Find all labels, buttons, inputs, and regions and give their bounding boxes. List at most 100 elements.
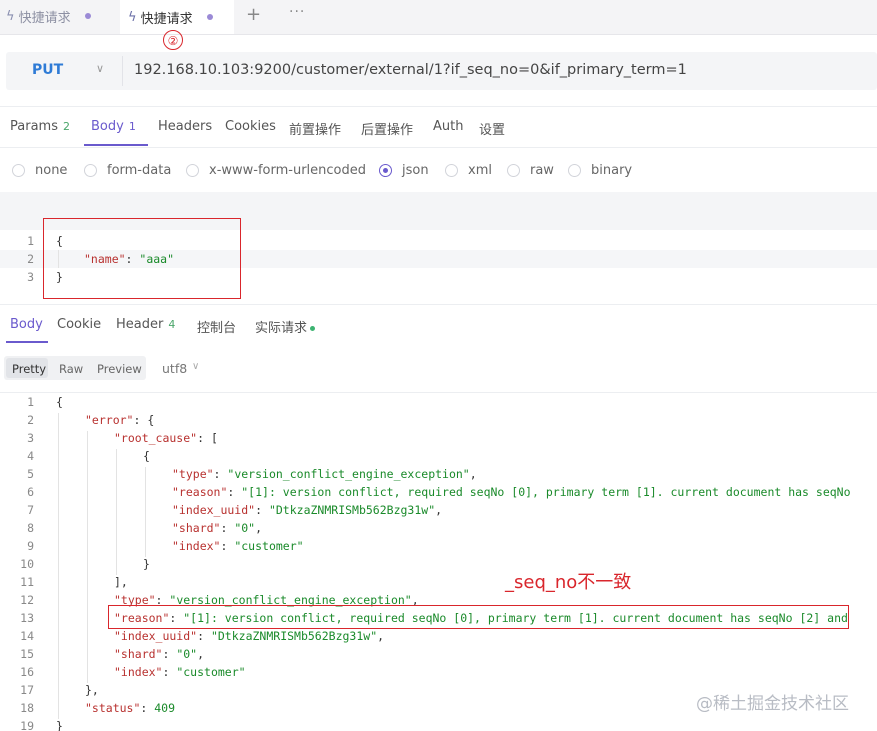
response-tab-cookie[interactable]: Cookie — [57, 317, 101, 332]
code-line[interactable]: "index_uuid": "DtkzaZNMRISMb562Bzg31w", — [172, 503, 442, 517]
indent-guide — [87, 431, 88, 449]
response-code-area[interactable]: 1{2 "error": {3 "root_cause": [4{5 "type": … — [0, 395, 877, 731]
line-number: 12 — [20, 593, 34, 607]
format-pretty-button[interactable]: Pretty — [12, 362, 46, 376]
code-line[interactable]: "index_uuid": "DtkzaZNMRISMb562Bzg31w", — [114, 629, 384, 643]
tab-quick-request-1[interactable]: ϟ 快捷请求 — [6, 0, 118, 32]
json-mid: : — [162, 647, 177, 661]
code-line[interactable]: "type": "version_conflict_engine_excepti… — [172, 467, 477, 481]
code-line[interactable]: }, — [85, 683, 99, 697]
line-number: 7 — [27, 503, 34, 517]
radio-json[interactable]: json — [379, 163, 429, 178]
json-pre: { — [56, 395, 63, 409]
radio-circle-icon — [84, 164, 97, 177]
code-line[interactable]: "error": { — [85, 413, 154, 427]
code-line[interactable]: "shard": "0", — [114, 647, 204, 661]
tab-count: 2 — [62, 120, 70, 133]
json-str: "0" — [176, 647, 198, 661]
tab-count: 1 — [128, 120, 136, 133]
line-number: 1 — [27, 395, 34, 409]
indent-guide — [87, 647, 88, 665]
tab-post-actions[interactable]: 后置操作 — [361, 119, 413, 138]
method-select[interactable]: PUT — [32, 62, 63, 78]
indent-guide — [116, 467, 117, 485]
chevron-down-icon[interactable]: ∨ — [96, 62, 104, 75]
divider — [0, 392, 877, 393]
code-line[interactable]: { — [56, 395, 63, 409]
radio-xml[interactable]: xml — [445, 163, 492, 178]
radio-label: binary — [591, 163, 633, 178]
format-preview-button[interactable]: Preview — [97, 362, 142, 376]
indent-guide — [87, 539, 88, 557]
tab-cookies[interactable]: Cookies — [225, 119, 276, 134]
radio-circle-icon — [186, 164, 199, 177]
line-number: 5 — [27, 467, 34, 481]
tab-count: 4 — [168, 318, 176, 331]
tab-auth[interactable]: Auth — [433, 119, 463, 134]
indent-guide — [58, 413, 59, 431]
line-number: 15 — [20, 647, 34, 661]
json-str: "0" — [234, 521, 256, 535]
response-tab-header[interactable]: Header 4 — [116, 317, 175, 332]
radio-circle-icon — [568, 164, 581, 177]
format-raw-button[interactable]: Raw — [59, 362, 83, 376]
add-tab-icon[interactable]: + — [246, 4, 261, 25]
code-line[interactable]: } — [56, 719, 63, 731]
radio-urlencoded[interactable]: x-www-form-urlencoded — [186, 163, 366, 178]
json-mid: : — [162, 665, 177, 679]
code-line[interactable]: "index": "customer" — [114, 665, 246, 679]
json-pre: } — [143, 557, 150, 571]
json-key: "status" — [85, 701, 141, 715]
response-tab-body[interactable]: Body — [10, 317, 43, 332]
json-key: "error" — [85, 413, 134, 427]
radio-raw[interactable]: raw — [507, 163, 554, 178]
code-line[interactable]: "status": 409 — [85, 701, 175, 715]
json-str: "[1]: version conflict, required seqNo [… — [241, 485, 851, 499]
json-pre: { — [143, 449, 150, 463]
code-line[interactable]: ], — [114, 575, 128, 589]
highlight-box — [43, 218, 241, 299]
radio-form-data[interactable]: form-data — [84, 163, 171, 178]
code-line[interactable]: "root_cause": [ — [114, 431, 218, 445]
tab-headers[interactable]: Headers — [158, 119, 212, 134]
tab-pre-actions[interactable]: 前置操作 — [289, 119, 341, 138]
code-line[interactable]: "reason": "[1]: version conflict, requir… — [172, 485, 851, 499]
divider — [0, 304, 877, 305]
response-tab-actual-request[interactable]: 实际请求 — [255, 317, 316, 336]
radio-binary[interactable]: binary — [568, 163, 632, 178]
tab-params[interactable]: Params 2 — [10, 119, 70, 134]
json-key: "index" — [114, 665, 163, 679]
json-key: "root_cause" — [114, 431, 198, 445]
radio-none[interactable]: none — [12, 163, 67, 178]
tab-label: Body — [91, 119, 124, 134]
code-line[interactable]: } — [143, 557, 150, 571]
line-number: 4 — [27, 449, 34, 463]
json-pre: ], — [114, 575, 128, 589]
line-number: 3 — [27, 270, 34, 284]
indent-guide — [58, 593, 59, 611]
indent-guide — [145, 503, 146, 521]
line-number: 1 — [27, 234, 34, 248]
code-line[interactable]: { — [143, 449, 150, 463]
more-options-icon[interactable]: ··· — [289, 4, 305, 20]
indent-guide — [58, 557, 59, 575]
code-line[interactable]: "shard": "0", — [172, 521, 262, 535]
url-input[interactable]: 192.168.10.103:9200/customer/external/1?… — [134, 62, 687, 78]
indent-guide — [58, 503, 59, 521]
tab-label: 快捷请求 — [140, 11, 193, 27]
tab-settings[interactable]: 设置 — [479, 119, 505, 138]
unsaved-dot-icon — [206, 14, 213, 20]
line-number: 8 — [27, 521, 34, 535]
line-number: 14 — [20, 629, 34, 643]
tab-quick-request-2[interactable]: ϟ 快捷请求 — [120, 0, 234, 34]
encoding-select[interactable]: utf8 — [162, 361, 187, 376]
line-number: 10 — [20, 557, 34, 571]
chevron-down-icon[interactable]: ∨ — [192, 361, 199, 372]
code-line[interactable]: "index": "customer" — [172, 539, 304, 553]
tab-body[interactable]: Body 1 — [91, 119, 136, 134]
response-tab-console[interactable]: 控制台 — [197, 317, 236, 336]
json-post: , — [197, 647, 205, 661]
indent-guide — [58, 665, 59, 683]
indent-guide — [87, 521, 88, 539]
radio-circle-icon — [12, 164, 25, 177]
